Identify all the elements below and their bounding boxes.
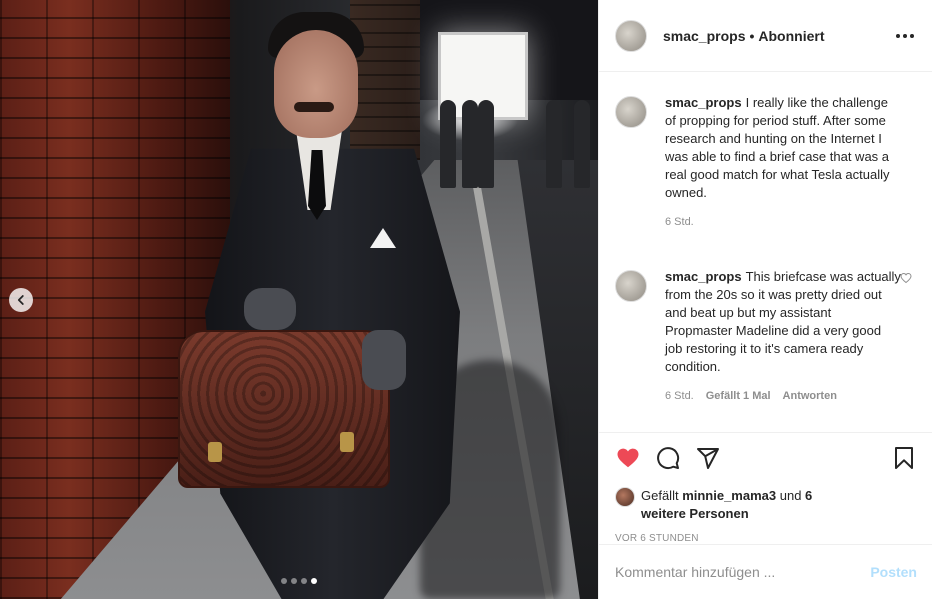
reply-button[interactable]: Antworten <box>783 390 837 402</box>
likes-text: Gefällt minnie_mama3 und 6 weitere Perso… <box>641 487 841 523</box>
leather-briefcase <box>178 330 390 488</box>
post-author-meta: smac_props • Abonniert <box>663 28 894 44</box>
actor-face <box>274 30 358 138</box>
actor-mustache <box>294 102 334 112</box>
likes-summary: Gefällt minnie_mama3 und 6 weitere Perso… <box>615 487 917 523</box>
save-button[interactable] <box>891 445 917 471</box>
comment-content: This briefcase was actually from the 20s… <box>665 269 901 374</box>
carousel-dot-active <box>311 578 317 584</box>
comment-input[interactable] <box>615 564 871 580</box>
add-comment-form: Posten <box>599 544 932 599</box>
crew-member <box>478 100 494 188</box>
post-photo[interactable] <box>0 0 598 599</box>
comment-username[interactable]: smac_props <box>665 269 742 284</box>
post-comment-button[interactable]: Posten <box>870 564 917 580</box>
separator-dot: • <box>749 27 755 44</box>
post-timestamp[interactable]: VOR 6 STUNDEN <box>615 533 917 544</box>
heart-icon <box>617 448 639 468</box>
crew-member <box>574 100 590 188</box>
previous-photo-button[interactable] <box>9 288 33 312</box>
author-username[interactable]: smac_props <box>663 28 745 44</box>
comment-time[interactable]: 6 Std. <box>665 390 694 402</box>
likes-prefix: Gefällt <box>641 488 683 503</box>
bookmark-icon <box>895 447 913 469</box>
comment-content: I really like the challenge of propping … <box>665 95 890 200</box>
crew-member <box>546 100 562 188</box>
comment-time[interactable]: 6 Std. <box>665 216 694 228</box>
carousel-dot <box>301 578 307 584</box>
more-options-icon[interactable] <box>894 28 916 44</box>
liker-username[interactable]: minnie_mama3 <box>682 488 776 503</box>
liker-avatar[interactable] <box>615 487 635 507</box>
avatar[interactable] <box>615 96 647 128</box>
briefcase-clasp <box>340 432 354 452</box>
avatar[interactable] <box>615 270 647 302</box>
comment-username[interactable]: smac_props <box>665 95 742 110</box>
likes-middle: und <box>776 488 806 503</box>
comment-like-heart-icon[interactable] <box>900 272 912 284</box>
comment-meta: 6 Std. Gefällt 1 Mal Antworten <box>665 390 901 402</box>
carousel-indicator <box>281 578 317 584</box>
comment-text: smac_props I really like the challenge of… <box>665 94 901 202</box>
follow-status-button[interactable]: Abonniert <box>758 28 824 44</box>
paper-plane-icon <box>697 448 719 469</box>
actor-glove <box>244 288 296 330</box>
briefcase-clasp <box>208 442 222 462</box>
building-wall <box>350 0 420 160</box>
like-button[interactable] <box>615 445 641 471</box>
crew-member <box>462 100 478 188</box>
post-sidebar: smac_props • Abonniert smac_props I reall… <box>598 0 932 599</box>
comment-item: smac_props I really like the challenge of… <box>615 88 916 228</box>
post-actions: Gefällt minnie_mama3 und 6 weitere Perso… <box>599 432 932 544</box>
carousel-dot <box>291 578 297 584</box>
comment-button[interactable] <box>655 445 681 471</box>
action-icons-row <box>615 445 917 471</box>
share-button[interactable] <box>695 445 721 471</box>
carousel-dot <box>281 578 287 584</box>
actor-glove <box>362 330 406 390</box>
comments-list[interactable]: smac_props I really like the challenge of… <box>599 72 932 432</box>
comment-bubble-icon <box>657 447 680 470</box>
post-header: smac_props • Abonniert <box>599 0 932 72</box>
comment-meta: 6 Std. <box>665 216 901 228</box>
comment-likes-link[interactable]: Gefällt 1 Mal <box>706 390 771 402</box>
comment-item: smac_props This briefcase was actually fr… <box>615 262 916 402</box>
crew-member <box>440 100 456 188</box>
chevron-left-icon <box>17 295 24 305</box>
comment-text: smac_props This briefcase was actually fr… <box>665 268 901 376</box>
avatar[interactable] <box>615 19 647 52</box>
